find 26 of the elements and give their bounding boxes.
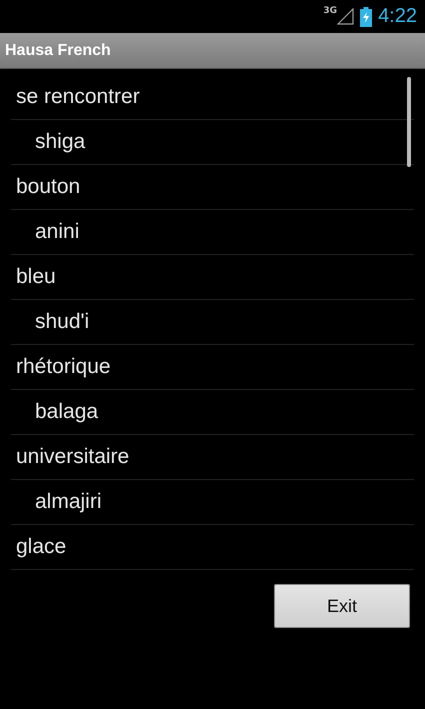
translation-text: anini bbox=[35, 220, 80, 244]
clock-time: 4:22 bbox=[378, 5, 417, 28]
translation-row[interactable]: anini bbox=[11, 210, 414, 255]
term-row[interactable]: bouton bbox=[11, 165, 414, 210]
term-text: rhétorique bbox=[16, 355, 111, 379]
term-row[interactable]: bleu bbox=[11, 255, 414, 300]
translation-row[interactable]: almajiri bbox=[11, 480, 414, 525]
translation-row[interactable]: shud'i bbox=[11, 300, 414, 345]
term-row[interactable]: rhétorique bbox=[11, 345, 414, 390]
term-text: glace bbox=[16, 535, 66, 559]
term-row[interactable]: universitaire bbox=[11, 435, 414, 480]
translation-text: almajiri bbox=[35, 490, 102, 514]
translation-text: shiga bbox=[35, 130, 86, 154]
translation-text: balaga bbox=[35, 400, 98, 424]
translation-text: shud'i bbox=[35, 310, 90, 334]
battery-icon bbox=[360, 6, 372, 26]
translation-row[interactable]: balaga bbox=[11, 390, 414, 435]
term-text: bouton bbox=[16, 175, 80, 199]
app-title: Hausa French bbox=[5, 42, 111, 60]
network-label: 3G bbox=[323, 6, 338, 16]
term-row[interactable]: glace bbox=[11, 525, 414, 570]
term-text: bleu bbox=[16, 265, 56, 289]
signal-icon bbox=[337, 8, 354, 25]
term-text: universitaire bbox=[16, 445, 130, 469]
term-text: se rencontrer bbox=[16, 85, 140, 109]
exit-button[interactable]: Exit bbox=[274, 584, 410, 628]
